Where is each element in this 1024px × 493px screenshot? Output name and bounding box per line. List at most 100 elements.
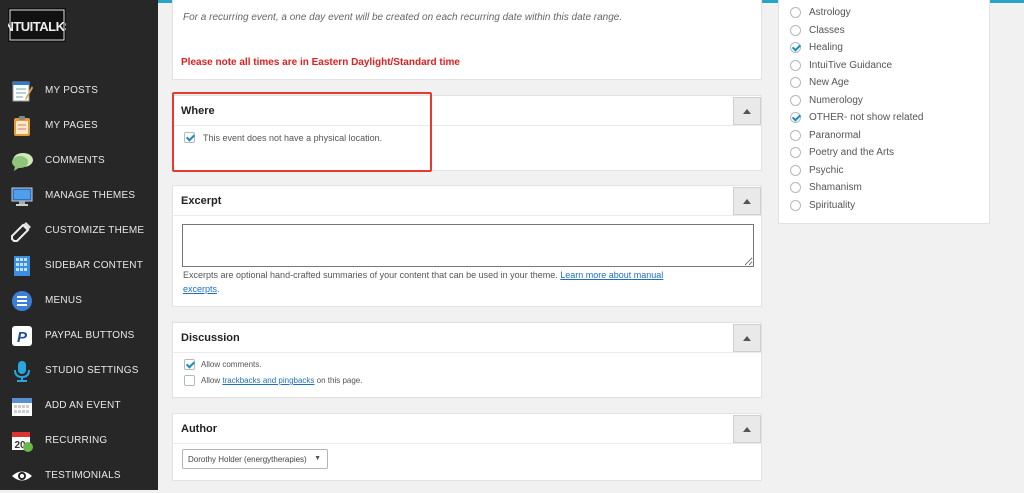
sidebar-grid-icon bbox=[10, 254, 34, 278]
discussion-panel: Discussion Allow comments. Allow trackba… bbox=[172, 322, 762, 398]
author-select[interactable]: Dorothy Holder (energytherapies) ▼ bbox=[182, 449, 328, 469]
eyedropper-icon bbox=[10, 219, 34, 243]
sidebar-item-comments[interactable]: COMMENTS bbox=[0, 143, 158, 178]
sidebar-item-menus[interactable]: MENUS bbox=[0, 283, 158, 318]
allow-trackbacks-checkbox[interactable] bbox=[184, 375, 195, 386]
category-item-intuitive-guidance[interactable]: IntuiTive Guidance bbox=[790, 60, 892, 71]
sidebar-item-label: RECURRING bbox=[45, 435, 108, 446]
event-categories-box: Astrology Classes Healing IntuiTive Guid… bbox=[778, 0, 990, 224]
sidebar-item-studio-settings[interactable]: STUDIO SETTINGS bbox=[0, 353, 158, 388]
sidebar-item-label: TESTIMONIALS bbox=[45, 470, 121, 481]
sidebar-item-sidebar-content[interactable]: SIDEBAR CONTENT bbox=[0, 248, 158, 283]
sidebar-item-label: ADD AN EVENT bbox=[45, 400, 121, 411]
calendar-icon bbox=[10, 394, 34, 418]
category-item-other[interactable]: OTHER- not show related bbox=[790, 112, 924, 123]
allow-trackbacks-row: Allow trackbacks and pingbacks on this p… bbox=[184, 375, 362, 386]
discussion-title: Discussion bbox=[181, 332, 240, 344]
author-panel: Author bbox=[172, 413, 762, 481]
author-toggle-button[interactable] bbox=[733, 415, 761, 443]
divider bbox=[173, 352, 761, 353]
category-item-numerology[interactable]: Numerology bbox=[790, 95, 863, 106]
svg-text:INTUITALKS: INTUITALKS bbox=[8, 19, 66, 34]
category-item-new-age[interactable]: New Age bbox=[790, 77, 849, 88]
clipboard-icon bbox=[10, 114, 34, 138]
category-checkbox[interactable] bbox=[790, 200, 801, 211]
learn-more-link[interactable]: Learn more about manual bbox=[560, 270, 663, 280]
category-checkbox[interactable] bbox=[790, 77, 801, 88]
category-item-shamanism[interactable]: Shamanism bbox=[790, 182, 862, 193]
category-checkbox[interactable] bbox=[790, 42, 801, 53]
author-title: Author bbox=[181, 423, 218, 435]
collapse-arrow-icon bbox=[743, 335, 751, 341]
admin-sidebar: INTUITALKS MY POSTS MY PAGES COMMENTS bbox=[0, 0, 158, 490]
category-checkbox[interactable] bbox=[790, 182, 801, 193]
sidebar-item-my-pages[interactable]: MY PAGES bbox=[0, 108, 158, 143]
sidebar-item-label: SIDEBAR CONTENT bbox=[45, 260, 144, 271]
sidebar-item-label: PAYPAL BUTTONS bbox=[45, 330, 135, 341]
allow-prefix: Allow bbox=[201, 376, 221, 385]
allow-trackbacks-label: Allow trackbacks and pingbacks on this p… bbox=[201, 376, 362, 385]
category-checkbox[interactable] bbox=[790, 60, 801, 71]
category-checkbox[interactable] bbox=[790, 25, 801, 36]
allow-suffix: on this page. bbox=[316, 376, 363, 385]
allow-comments-checkbox[interactable] bbox=[184, 359, 195, 370]
category-label: Classes bbox=[809, 25, 845, 36]
category-item-paranormal[interactable]: Paranormal bbox=[790, 130, 861, 141]
sidebar-item-add-an-event[interactable]: ADD AN EVENT bbox=[0, 388, 158, 423]
category-item-astrology[interactable]: Astrology bbox=[790, 7, 851, 18]
discussion-toggle-button[interactable] bbox=[733, 324, 761, 352]
collapse-arrow-icon bbox=[743, 426, 751, 432]
sidebar-item-label: COMMENTS bbox=[45, 155, 105, 166]
category-checkbox[interactable] bbox=[790, 95, 801, 106]
category-checkbox[interactable] bbox=[790, 130, 801, 141]
intuitalks-logo[interactable]: INTUITALKS bbox=[8, 8, 66, 42]
divider bbox=[173, 215, 761, 216]
chevron-down-icon: ▼ bbox=[314, 455, 321, 462]
recurring-calendar-icon: 20 bbox=[10, 429, 34, 453]
excerpts-link[interactable]: excerpts bbox=[183, 284, 217, 294]
allow-comments-label: Allow comments. bbox=[201, 360, 262, 369]
sidebar-item-customize-theme[interactable]: CUSTOMIZE THEME bbox=[0, 213, 158, 248]
category-checkbox[interactable] bbox=[790, 112, 801, 123]
category-item-psychic[interactable]: Psychic bbox=[790, 165, 843, 176]
sidebar-item-manage-themes[interactable]: MANAGE THEMES bbox=[0, 178, 158, 213]
excerpt-help: Excerpts are optional hand-crafted summa… bbox=[183, 268, 748, 296]
category-checkbox[interactable] bbox=[790, 165, 801, 176]
category-label: Healing bbox=[809, 42, 843, 53]
category-item-poetry-and-arts[interactable]: Poetry and the Arts bbox=[790, 147, 894, 158]
excerpt-trailing: . bbox=[217, 284, 220, 294]
svg-text:P: P bbox=[17, 329, 28, 346]
sidebar-item-label: MY POSTS bbox=[45, 85, 99, 96]
paypal-icon: P bbox=[10, 324, 34, 348]
sidebar-item-my-posts[interactable]: MY POSTS bbox=[0, 73, 158, 108]
category-label: Spirituality bbox=[809, 200, 856, 211]
sidebar-item-label: MY PAGES bbox=[45, 120, 98, 131]
sidebar-item-label: MENUS bbox=[45, 295, 83, 306]
allow-comments-row: Allow comments. bbox=[184, 359, 261, 370]
category-checkbox[interactable] bbox=[790, 147, 801, 158]
category-label: Astrology bbox=[809, 7, 851, 18]
sidebar-menu: MY POSTS MY PAGES COMMENTS MANAGE THEMES… bbox=[0, 73, 158, 493]
category-item-healing[interactable]: Healing bbox=[790, 42, 843, 53]
excerpt-textarea[interactable] bbox=[182, 224, 754, 267]
category-item-spirituality[interactable]: Spirituality bbox=[790, 200, 855, 211]
microphone-icon bbox=[10, 359, 34, 383]
sidebar-item-recurring[interactable]: 20 RECURRING bbox=[0, 423, 158, 458]
where-toggle-button[interactable] bbox=[733, 97, 761, 125]
timezone-warning: Please note all times are in Eastern Day… bbox=[181, 57, 460, 68]
excerpt-toggle-button[interactable] bbox=[733, 187, 761, 215]
menu-lines-icon bbox=[10, 289, 34, 313]
category-label: OTHER- not show related bbox=[809, 112, 924, 123]
sidebar-item-paypal-buttons[interactable]: P PAYPAL BUTTONS bbox=[0, 318, 158, 353]
monitor-icon bbox=[10, 184, 34, 208]
category-item-classes[interactable]: Classes bbox=[790, 25, 845, 36]
category-checkbox[interactable] bbox=[790, 7, 801, 18]
category-label: Psychic bbox=[809, 165, 844, 176]
excerpt-help-text: Excerpts are optional hand-crafted summa… bbox=[183, 270, 558, 280]
sidebar-item-label: CUSTOMIZE THEME bbox=[45, 225, 145, 236]
sidebar-item-label: STUDIO SETTINGS bbox=[45, 365, 139, 376]
category-label: Paranormal bbox=[809, 130, 861, 141]
sidebar-item-testimonials[interactable]: TESTIMONIALS bbox=[0, 458, 158, 493]
trackbacks-link[interactable]: trackbacks and pingbacks bbox=[222, 376, 314, 385]
divider bbox=[173, 443, 761, 444]
